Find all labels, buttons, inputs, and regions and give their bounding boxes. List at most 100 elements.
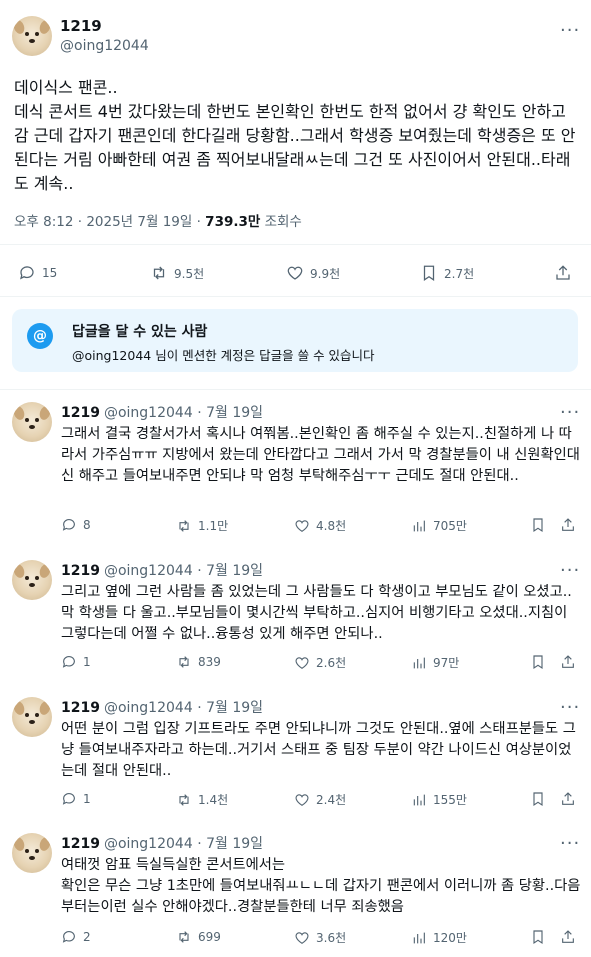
share-button[interactable]	[560, 654, 576, 670]
retweet-button[interactable]: 839	[176, 654, 221, 670]
reply-icon	[62, 656, 75, 668]
views-button[interactable]: 155만	[411, 791, 467, 808]
views-chart-icon	[413, 794, 425, 805]
tweet-date[interactable]: 2025년 7월 19일	[86, 214, 192, 230]
reply-button[interactable]: 1	[61, 654, 91, 670]
heart-icon	[295, 656, 309, 669]
like-count: 9.9천	[310, 266, 341, 281]
like-button[interactable]: 4.8천	[294, 517, 346, 534]
bookmark-icon	[533, 518, 543, 533]
bookmark-button[interactable]	[530, 517, 546, 533]
main-tweet-header: 1219 @oing12044	[12, 16, 149, 56]
views-button[interactable]: 705만	[411, 517, 467, 534]
bookmark-button[interactable]	[530, 929, 546, 945]
like-button[interactable]: 2.4천	[294, 791, 346, 808]
retweet-button[interactable]: 1.4천	[176, 791, 228, 808]
view-count: 120만	[433, 931, 467, 945]
reply-count: 1	[83, 792, 91, 806]
reply-button[interactable]: 1	[61, 791, 91, 807]
tweet-text: 데이식스 팬콘.. 데식 콘서트 4번 갔다왔는데 한번도 본인확인 한번도 한…	[14, 78, 576, 193]
user-handle[interactable]: @oing12044	[60, 37, 149, 55]
retweet-count: 9.5천	[174, 266, 205, 281]
views-button[interactable]: 97만	[411, 654, 459, 671]
retweet-button[interactable]: 9.5천	[150, 264, 204, 282]
more-options-icon[interactable]: ···	[560, 562, 580, 580]
views-button[interactable]: 120만	[411, 929, 467, 946]
reply-button[interactable]: 15	[18, 264, 57, 282]
retweet-icon	[179, 931, 189, 943]
view-count: 97만	[433, 656, 460, 670]
avatar[interactable]	[12, 16, 52, 56]
bookmark-icon	[533, 930, 543, 945]
views-chart-icon	[413, 520, 425, 531]
views-chart-icon	[413, 932, 425, 943]
tweet-date[interactable]: · 7월 19일	[197, 563, 263, 579]
view-count: 155만	[433, 793, 467, 807]
tweet-actions: 2 699 3.6천 120만	[0, 929, 591, 949]
reply-count: 1	[83, 655, 91, 669]
reply-count: 8	[83, 518, 91, 532]
bookmark-button[interactable]	[530, 654, 546, 670]
tweet-time[interactable]: 오후 8:12	[14, 214, 73, 230]
share-icon	[556, 265, 570, 280]
user-handle[interactable]: @oing12044	[104, 836, 193, 852]
heart-icon	[295, 793, 309, 806]
avatar[interactable]	[12, 402, 52, 442]
display-name[interactable]: 1219	[61, 700, 100, 716]
view-count: 705만	[433, 519, 467, 533]
retweet-button[interactable]: 699	[176, 929, 221, 945]
divider	[0, 296, 591, 297]
reply-count: 2	[83, 930, 91, 944]
like-button[interactable]: 9.9천	[286, 264, 340, 282]
tweet-actions: 1 1.4천 2.4천 155만	[0, 791, 591, 811]
reply-button[interactable]: 2	[61, 929, 91, 945]
tweet-text: 그래서 결국 경찰서가서 혹시나 여쭤봄..본인확인 좀 해주실 수 있는지..…	[61, 426, 580, 484]
retweet-count: 839	[198, 655, 221, 669]
share-button[interactable]	[560, 791, 576, 807]
display-name[interactable]: 1219	[61, 836, 100, 852]
tweet-meta: 오후 8:12 · 2025년 7월 19일 · 739.3만 조회수	[14, 214, 302, 230]
tweet-date[interactable]: · 7월 19일	[197, 700, 263, 716]
reply-restriction-title: 답글을 달 수 있는 사람	[72, 324, 208, 340]
retweet-count: 1.4천	[198, 793, 229, 807]
user-handle[interactable]: @oing12044	[104, 700, 193, 716]
retweet-button[interactable]: 1.1만	[176, 517, 228, 534]
retweet-icon	[179, 519, 189, 532]
reply-icon	[62, 793, 75, 805]
reply-restriction-notice: @ 답글을 달 수 있는 사람 @oing12044 님이 멘션한 계정은 답글…	[12, 309, 578, 372]
view-label: 조회수	[264, 214, 302, 230]
bookmark-icon	[533, 655, 543, 670]
avatar[interactable]	[12, 697, 52, 737]
heart-icon	[295, 931, 309, 944]
retweet-icon	[179, 793, 189, 806]
reply-icon	[62, 519, 75, 531]
avatar[interactable]	[12, 560, 52, 600]
avatar[interactable]	[12, 833, 52, 873]
tweet-text: 그리고 옆에 그런 사람들 좀 있었는데 그 사람들도 다 학생이고 부모님도 …	[61, 584, 572, 642]
share-icon	[562, 930, 574, 943]
like-count: 2.6천	[316, 656, 347, 670]
user-handle[interactable]: @oing12044	[104, 563, 193, 579]
display-name[interactable]: 1219	[60, 17, 149, 35]
reply-button[interactable]: 8	[61, 517, 91, 533]
bookmark-button[interactable]: 2.7천	[420, 264, 474, 282]
more-options-icon[interactable]: ···	[560, 404, 580, 422]
tweet-date[interactable]: · 7월 19일	[197, 405, 263, 421]
reply-restriction-desc: @oing12044 님이 멘션한 계정은 답글을 쓸 수 있습니다	[72, 348, 375, 363]
share-button[interactable]	[554, 264, 572, 282]
share-button[interactable]	[560, 517, 576, 533]
more-options-icon[interactable]: ···	[560, 699, 580, 717]
tweet-date[interactable]: · 7월 19일	[197, 836, 263, 852]
divider	[0, 389, 591, 390]
retweet-count: 699	[198, 930, 221, 944]
display-name[interactable]: 1219	[61, 563, 100, 579]
tweet-text: 어떤 분이 그럼 입장 기프트라도 주면 안되냐니까 그것도 안된대..옆에 스…	[61, 721, 576, 779]
share-button[interactable]	[560, 929, 576, 945]
more-options-icon[interactable]: ···	[560, 835, 580, 853]
like-button[interactable]: 3.6천	[294, 929, 346, 946]
more-options-icon[interactable]: ···	[560, 22, 580, 40]
display-name[interactable]: 1219	[61, 405, 100, 421]
user-handle[interactable]: @oing12044	[104, 405, 193, 421]
bookmark-button[interactable]	[530, 791, 546, 807]
like-button[interactable]: 2.6천	[294, 654, 346, 671]
